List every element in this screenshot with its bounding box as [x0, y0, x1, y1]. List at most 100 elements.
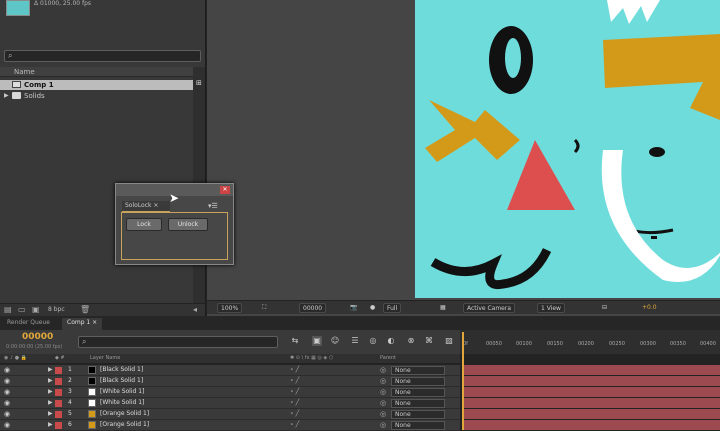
layer-name[interactable]: [Orange Solid 1] — [100, 421, 149, 428]
label-color[interactable] — [55, 411, 62, 418]
layer-switches-icon[interactable]: ⋆ ╱ — [290, 399, 299, 406]
expand-triangle-icon[interactable]: ▶ — [48, 388, 53, 395]
trash-icon[interactable]: 🗑 — [80, 306, 90, 314]
viewer-timecode[interactable]: 00000 — [299, 303, 327, 313]
layer-name[interactable]: [Black Solid 1] — [100, 377, 143, 384]
graph-editor-icon[interactable]: ⌘ — [424, 336, 434, 346]
eye-icon[interactable]: ◉ — [4, 399, 10, 407]
pickwhip-icon[interactable]: ◎ — [380, 377, 386, 385]
layer-row[interactable]: ◉ ▶ 1 [Black Solid 1] ⋆ ╱ ◎ None — [0, 365, 460, 376]
layer-duration-bar[interactable] — [462, 387, 720, 397]
project-search-input[interactable]: ⌕ — [4, 50, 201, 62]
new-folder-icon[interactable]: ▭ — [18, 306, 27, 314]
new-comp-icon[interactable]: ▣ — [32, 306, 41, 314]
toggle-pixel-icon[interactable]: ⊟ — [599, 303, 610, 313]
timeline-search-input[interactable]: ⌕ — [78, 336, 278, 348]
label-color[interactable] — [55, 389, 62, 396]
layer-name[interactable]: [White Solid 1] — [100, 388, 144, 395]
comp-mini-flowchart-icon[interactable]: ⇆ — [290, 336, 300, 346]
lock-button[interactable]: Lock — [126, 218, 162, 231]
view-layout-dropdown[interactable]: 1 View — [537, 303, 565, 313]
zoom-dropdown[interactable]: 100% — [217, 303, 243, 313]
playhead[interactable] — [462, 332, 464, 430]
label-color[interactable] — [55, 378, 62, 385]
parent-column[interactable]: Parent — [380, 355, 396, 361]
panel-menu-icon[interactable]: ▾☰ — [208, 202, 220, 210]
motion-blur-icon[interactable]: ◎ — [368, 336, 378, 346]
label-color[interactable] — [55, 367, 62, 374]
layer-duration-bar[interactable] — [462, 365, 720, 375]
fit-icon[interactable]: ⛶ — [259, 303, 269, 313]
layer-row[interactable]: ◉ ▶ 6 [Orange Solid 1] ⋆ ╱ ◎ None — [0, 420, 460, 431]
graph-icon[interactable]: ▨ — [444, 336, 454, 346]
tab-comp-1[interactable]: Comp 1 × — [62, 318, 103, 330]
resolution-dropdown[interactable]: Full — [383, 303, 402, 313]
layer-switches-icon[interactable]: ⋆ ╱ — [290, 388, 299, 395]
expand-triangle-icon[interactable]: ▶ — [48, 421, 53, 428]
eye-icon[interactable]: ◉ — [4, 421, 10, 429]
scroll-arrow-icon[interactable]: ◂ — [193, 306, 202, 314]
interpret-footage-icon[interactable]: ▤ — [4, 306, 13, 314]
composition-canvas[interactable] — [415, 0, 720, 298]
layer-switches-icon[interactable]: ⋆ ╱ — [290, 421, 299, 428]
layer-switches-icon[interactable]: ⋆ ╱ — [290, 366, 299, 373]
close-icon[interactable]: ✕ — [220, 186, 230, 194]
tab-render-queue[interactable]: Render Queue — [2, 318, 55, 330]
layer-duration-bar[interactable] — [462, 376, 720, 386]
parent-dropdown[interactable]: None — [391, 399, 445, 408]
draft-3d-icon[interactable]: ▣ — [312, 336, 322, 346]
pickwhip-icon[interactable]: ◎ — [380, 421, 386, 429]
current-time[interactable]: 00000 — [22, 332, 53, 342]
color-channel-icon[interactable]: ● — [367, 303, 378, 313]
layer-name[interactable]: [White Solid 1] — [100, 399, 144, 406]
label-color[interactable] — [55, 400, 62, 407]
layer-name[interactable]: [Orange Solid 1] — [100, 410, 149, 417]
layer-switches-icon[interactable]: ⋆ ╱ — [290, 410, 299, 417]
layer-row[interactable]: ◉ ▶ 2 [Black Solid 1] ⋆ ╱ ◎ None — [0, 376, 460, 387]
parent-dropdown[interactable]: None — [391, 410, 445, 419]
eye-icon[interactable]: ◉ — [4, 366, 10, 374]
eye-icon[interactable]: ◉ — [4, 388, 10, 396]
layer-row[interactable]: ◉ ▶ 4 [White Solid 1] ⋆ ╱ ◎ None — [0, 398, 460, 409]
layer-row[interactable]: ◉ ▶ 3 [White Solid 1] ⋆ ╱ ◎ None — [0, 387, 460, 398]
project-item-comp[interactable]: Comp 1 — [0, 80, 193, 90]
flowchart-icon[interactable]: ⊞ — [196, 79, 204, 87]
layer-duration-bar[interactable] — [462, 409, 720, 419]
layer-name[interactable]: [Black Solid 1] — [100, 366, 143, 373]
pickwhip-icon[interactable]: ◎ — [380, 366, 386, 374]
layer-name-column[interactable]: Layer Name — [90, 355, 120, 361]
layer-duration-bar[interactable] — [462, 398, 720, 408]
eye-icon[interactable]: ◉ — [4, 377, 10, 385]
eye-icon[interactable]: ◉ — [4, 410, 10, 418]
expand-triangle-icon[interactable]: ▶ — [48, 410, 53, 417]
expand-triangle-icon[interactable]: ▶ — [48, 377, 53, 384]
shy-icon[interactable]: ☺ — [330, 336, 340, 346]
camera-dropdown[interactable]: Active Camera — [463, 303, 516, 313]
project-name-column[interactable]: Name — [0, 67, 193, 77]
mouse-cursor-icon: ➤ — [169, 191, 180, 205]
pickwhip-icon[interactable]: ◎ — [380, 399, 386, 407]
pickwhip-icon[interactable]: ◎ — [380, 410, 386, 418]
bit-depth-label[interactable]: 8 bpc — [48, 306, 65, 313]
expand-triangle-icon[interactable]: ▶ — [48, 366, 53, 373]
layer-switches-icon[interactable]: ⋆ ╱ — [290, 377, 299, 384]
layer-duration-bar[interactable] — [462, 420, 720, 430]
pickwhip-icon[interactable]: ◎ — [380, 388, 386, 396]
tab-sololock[interactable]: SoloLock × — [122, 201, 170, 212]
unlock-button[interactable]: Unlock — [168, 218, 208, 231]
exposure-value[interactable]: +0.0 — [639, 303, 660, 313]
parent-dropdown[interactable]: None — [391, 421, 445, 430]
expand-triangle-icon[interactable]: ▶ — [4, 92, 9, 99]
snapshot-icon[interactable]: 📷 — [347, 303, 360, 313]
region-icon[interactable]: ▦ — [437, 303, 449, 313]
project-item-solids[interactable]: ▶ Solids — [0, 91, 193, 101]
label-color[interactable] — [55, 422, 62, 429]
parent-dropdown[interactable]: None — [391, 366, 445, 375]
frame-blending-icon[interactable]: ☰ — [350, 336, 360, 346]
brainstorm-icon[interactable]: ◐ — [386, 336, 396, 346]
auto-keyframe-icon[interactable]: ⊗ — [406, 336, 416, 346]
parent-dropdown[interactable]: None — [391, 388, 445, 397]
expand-triangle-icon[interactable]: ▶ — [48, 399, 53, 406]
layer-row[interactable]: ◉ ▶ 5 [Orange Solid 1] ⋆ ╱ ◎ None — [0, 409, 460, 420]
parent-dropdown[interactable]: None — [391, 377, 445, 386]
